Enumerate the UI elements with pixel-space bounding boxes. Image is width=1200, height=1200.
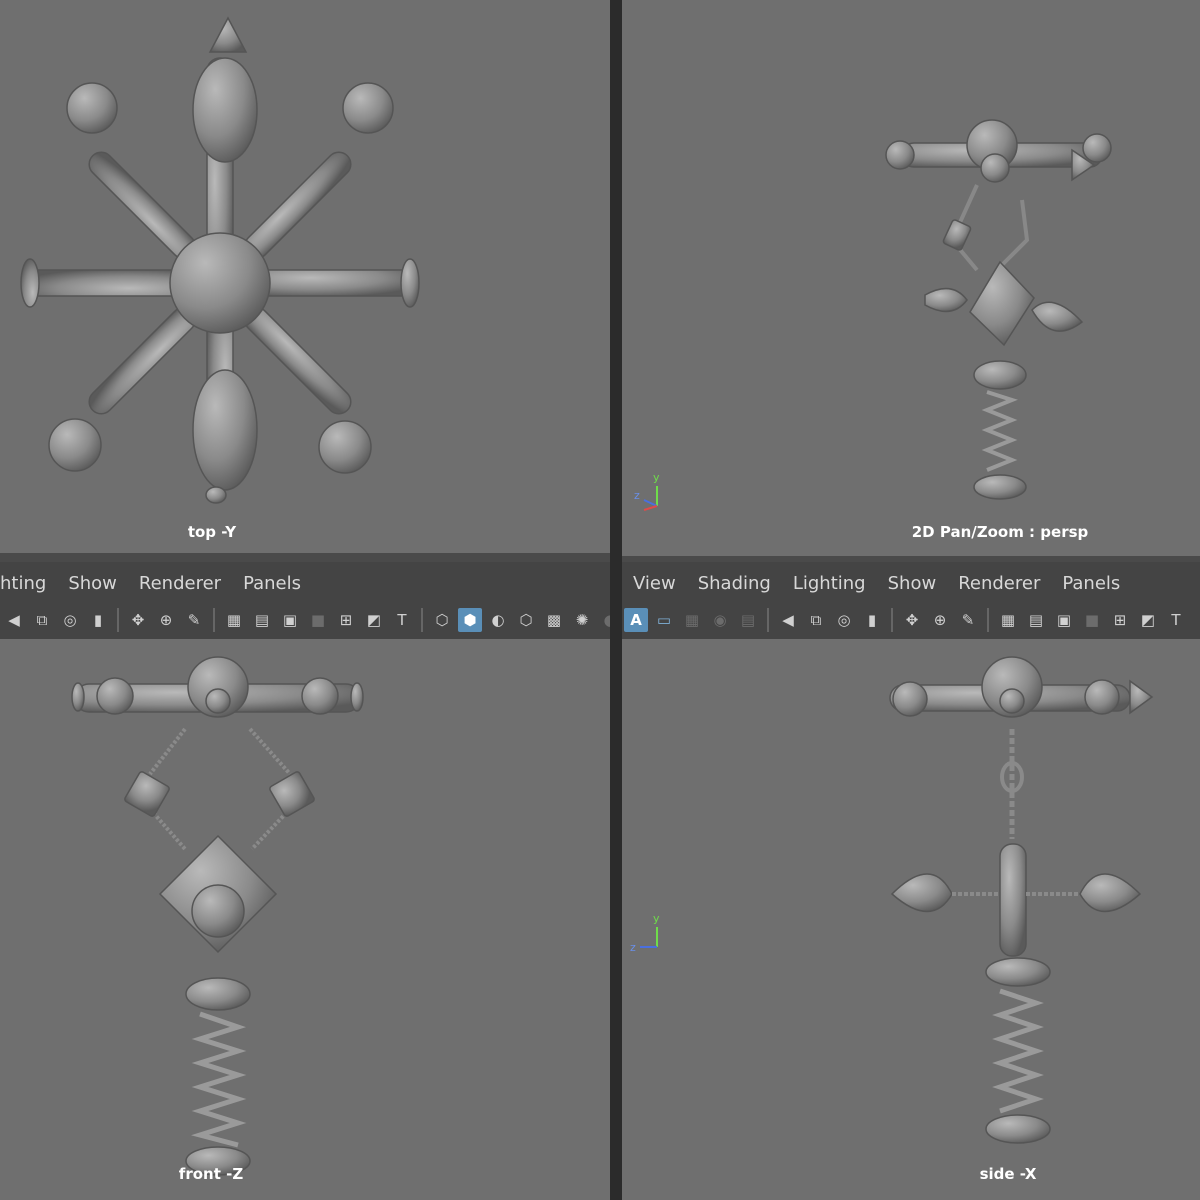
- viewport-top[interactable]: top -Y: [0, 0, 610, 553]
- viewport-label-top: top -Y: [187, 523, 237, 541]
- film-gate-icon[interactable]: ▤: [250, 608, 274, 632]
- panel-layout-icon[interactable]: ▭: [652, 608, 676, 632]
- viewport-side[interactable]: y z side -X: [622, 639, 1200, 1200]
- axis-gizmo-persp: y z: [634, 471, 660, 511]
- flat-lighting-icon[interactable]: ◐: [486, 608, 510, 632]
- maya-four-view-layout: top -Y y z 2D Pan/Zoom: persp hting Sho…: [0, 0, 1200, 1200]
- axis-label-z: z: [630, 941, 636, 954]
- menu-lighting[interactable]: Lighting: [782, 573, 877, 594]
- camera-attributes-icon[interactable]: ⧉: [30, 608, 54, 632]
- panel-separator-left: [0, 553, 610, 562]
- paint-icon[interactable]: ✎: [956, 608, 980, 632]
- menu-renderer[interactable]: Renderer: [947, 573, 1051, 594]
- viewport-label-persp: 2D Pan/Zoom : persp: [911, 523, 1089, 541]
- camera-icon[interactable]: ◀: [2, 608, 26, 632]
- panel-toolbar-right: A ▭ ▦ ◉ ▤ ◀ ⧉ ◎ ▮ ✥ ⊕ ✎ ▦ ▤ ▣ ■ ⊞ ◩ T: [622, 601, 1200, 639]
- resolution-gate-icon[interactable]: ▣: [1052, 608, 1076, 632]
- side-view-model: y z: [630, 656, 1154, 1144]
- panel-menubar-left: hting Show Renderer Panels: [0, 562, 610, 604]
- menu-renderer[interactable]: Renderer: [128, 573, 232, 594]
- grid-icon[interactable]: ▦: [996, 608, 1020, 632]
- menu-shading[interactable]: Shading: [687, 573, 782, 594]
- texture-icon[interactable]: ▩: [542, 608, 566, 632]
- select-icon[interactable]: ⊕: [154, 608, 178, 632]
- safe-title-icon[interactable]: T: [390, 608, 414, 632]
- safe-title-icon[interactable]: T: [1164, 608, 1188, 632]
- grid-icon[interactable]: ▦: [222, 608, 246, 632]
- paint-icon[interactable]: ✎: [182, 608, 206, 632]
- viewport-divider[interactable]: [610, 0, 622, 1200]
- bookmark-icon[interactable]: ◎: [58, 608, 82, 632]
- top-view-model: [20, 16, 420, 504]
- viewport-front[interactable]: front -Z: [0, 639, 610, 1200]
- ui-element-icon[interactable]: ▦: [680, 608, 704, 632]
- axis-label-z: z: [634, 489, 640, 502]
- menu-view[interactable]: View: [622, 573, 687, 594]
- viewport-persp[interactable]: y z 2D Pan/Zoom : persp: [622, 0, 1200, 556]
- panel-menubar-right: View Shading Lighting Show Renderer Pane…: [622, 562, 1200, 604]
- axis-label-y: y: [653, 912, 660, 925]
- front-view-model: [71, 656, 364, 1176]
- xray-icon[interactable]: ⬡: [514, 608, 538, 632]
- field-chart-icon[interactable]: ⊞: [1108, 608, 1132, 632]
- gate-mask-icon[interactable]: ■: [306, 608, 330, 632]
- axis-gizmo-side: y z: [630, 912, 660, 954]
- film-gate-icon[interactable]: ▤: [1024, 608, 1048, 632]
- move-icon[interactable]: ✥: [126, 608, 150, 632]
- persp-view-model: y z: [634, 119, 1112, 511]
- menu-show[interactable]: Show: [57, 573, 128, 594]
- viewport-label-side: side -X: [979, 1165, 1037, 1183]
- image-plane-icon[interactable]: ▮: [86, 608, 110, 632]
- move-icon[interactable]: ✥: [900, 608, 924, 632]
- image-plane-icon[interactable]: ▮: [860, 608, 884, 632]
- menu-lighting[interactable]: hting: [0, 573, 57, 594]
- menu-panels[interactable]: Panels: [1051, 573, 1131, 594]
- gate-mask-icon[interactable]: ■: [1080, 608, 1104, 632]
- shadows-icon[interactable]: ●: [598, 608, 610, 632]
- menu-show[interactable]: Show: [877, 573, 948, 594]
- viewport-label-front: front -Z: [178, 1165, 244, 1183]
- safe-action-icon[interactable]: ◩: [362, 608, 386, 632]
- menu-panels[interactable]: Panels: [232, 573, 312, 594]
- panel-toolbar-left: ◀ ⧉ ◎ ▮ ✥ ⊕ ✎ ▦ ▤ ▣ ■ ⊞ ◩ T ⬡ ⬢ ◐ ⬡ ▩ ✺ …: [0, 601, 610, 639]
- ui-element-icon[interactable]: ◉: [708, 608, 732, 632]
- wireframe-icon[interactable]: ⬡: [430, 608, 454, 632]
- camera-icon[interactable]: ◀: [776, 608, 800, 632]
- select-icon[interactable]: ⊕: [928, 608, 952, 632]
- isolate-select-icon[interactable]: A: [624, 608, 648, 632]
- axis-label-y: y: [653, 471, 660, 484]
- ui-element-icon[interactable]: ▤: [736, 608, 760, 632]
- lights-icon[interactable]: ✺: [570, 608, 594, 632]
- camera-attributes-icon[interactable]: ⧉: [804, 608, 828, 632]
- field-chart-icon[interactable]: ⊞: [334, 608, 358, 632]
- safe-action-icon[interactable]: ◩: [1136, 608, 1160, 632]
- resolution-gate-icon[interactable]: ▣: [278, 608, 302, 632]
- smooth-shade-icon[interactable]: ⬢: [458, 608, 482, 632]
- bookmark-icon[interactable]: ◎: [832, 608, 856, 632]
